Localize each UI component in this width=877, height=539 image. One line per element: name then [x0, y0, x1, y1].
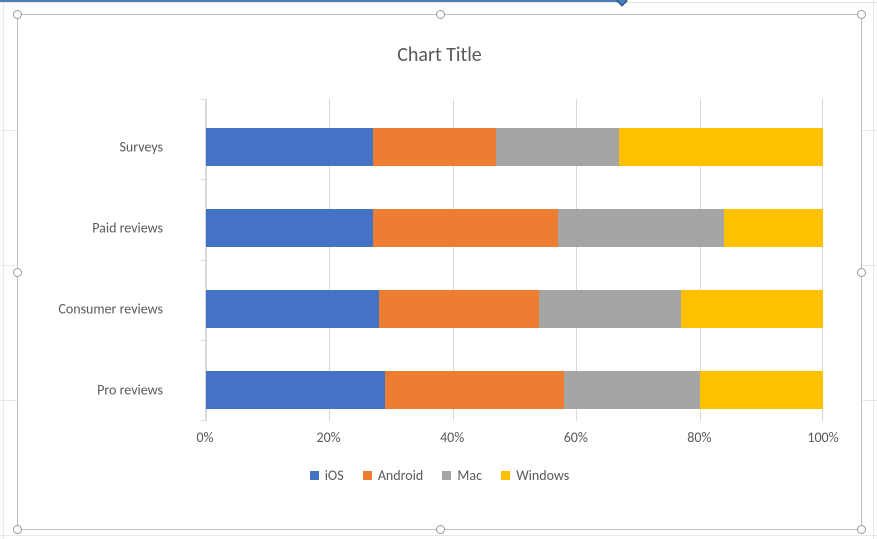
bar-segment-mac[interactable]: [496, 128, 619, 166]
x-tick-label: 0%: [196, 429, 213, 446]
chart-object[interactable]: Chart Title Surveys Paid reviews Consume…: [17, 14, 862, 530]
resize-handle-n[interactable]: [436, 10, 445, 19]
legend-swatch: [442, 471, 451, 480]
legend-label: Android: [378, 467, 423, 484]
x-tick-label: 40%: [440, 429, 464, 446]
legend-item-mac[interactable]: Mac: [442, 467, 482, 484]
bar-segment-windows[interactable]: [619, 128, 823, 166]
x-tick-label: 60%: [564, 429, 588, 446]
bar-pro-reviews[interactable]: [206, 371, 823, 409]
bar-segment-android[interactable]: [385, 371, 564, 409]
bar-segment-ios[interactable]: [206, 371, 385, 409]
bar-segment-ios[interactable]: [206, 209, 373, 247]
y-tick: [201, 99, 206, 100]
bar-segment-mac[interactable]: [558, 209, 725, 247]
resize-handle-ne[interactable]: [857, 10, 866, 19]
y-tick: [201, 179, 206, 180]
chart-title[interactable]: Chart Title: [18, 43, 861, 67]
legend[interactable]: iOS Android Mac Windows: [18, 467, 861, 484]
y-tick-label: Surveys: [0, 139, 163, 156]
plot-area[interactable]: [205, 99, 823, 421]
bar-segment-android[interactable]: [379, 290, 539, 328]
legend-item-ios[interactable]: iOS: [310, 467, 344, 484]
resize-handle-sw[interactable]: [13, 525, 22, 534]
bar-segment-mac[interactable]: [564, 371, 700, 409]
legend-item-windows[interactable]: Windows: [501, 467, 569, 484]
legend-item-android[interactable]: Android: [363, 467, 423, 484]
resize-handle-se[interactable]: [857, 525, 866, 534]
range-selection-edge: [0, 0, 622, 2]
bar-consumer-reviews[interactable]: [206, 290, 823, 328]
spreadsheet-viewport: Chart Title Surveys Paid reviews Consume…: [0, 0, 877, 539]
resize-handle-w[interactable]: [13, 268, 22, 277]
bar-segment-windows[interactable]: [700, 371, 823, 409]
legend-label: Windows: [516, 467, 569, 484]
x-axis: 0% 20% 40% 60% 80% 100%: [205, 421, 823, 451]
bar-segment-mac[interactable]: [539, 290, 681, 328]
y-tick: [201, 260, 206, 261]
resize-handle-s[interactable]: [436, 525, 445, 534]
bar-segment-windows[interactable]: [724, 209, 823, 247]
legend-swatch: [363, 471, 372, 480]
x-tick-label: 20%: [316, 429, 340, 446]
bar-segment-android[interactable]: [373, 209, 558, 247]
resize-handle-e[interactable]: [857, 268, 866, 277]
bar-segment-windows[interactable]: [681, 290, 823, 328]
legend-label: Mac: [457, 467, 482, 484]
bar-segment-ios[interactable]: [206, 290, 379, 328]
y-tick-label: Consumer reviews: [0, 301, 163, 318]
bar-paid-reviews[interactable]: [206, 209, 823, 247]
bar-segment-ios[interactable]: [206, 128, 373, 166]
y-tick: [201, 340, 206, 341]
legend-swatch: [501, 471, 510, 480]
legend-label: iOS: [325, 467, 344, 484]
resize-handle-nw[interactable]: [13, 10, 22, 19]
x-tick-label: 80%: [687, 429, 711, 446]
y-tick-label: Paid reviews: [0, 220, 163, 237]
legend-swatch: [310, 471, 319, 480]
x-tick-label: 100%: [807, 429, 838, 446]
y-tick-label: Pro reviews: [0, 382, 163, 399]
bar-surveys[interactable]: [206, 128, 823, 166]
bar-segment-android[interactable]: [373, 128, 496, 166]
range-fill-handle[interactable]: [616, 0, 627, 7]
